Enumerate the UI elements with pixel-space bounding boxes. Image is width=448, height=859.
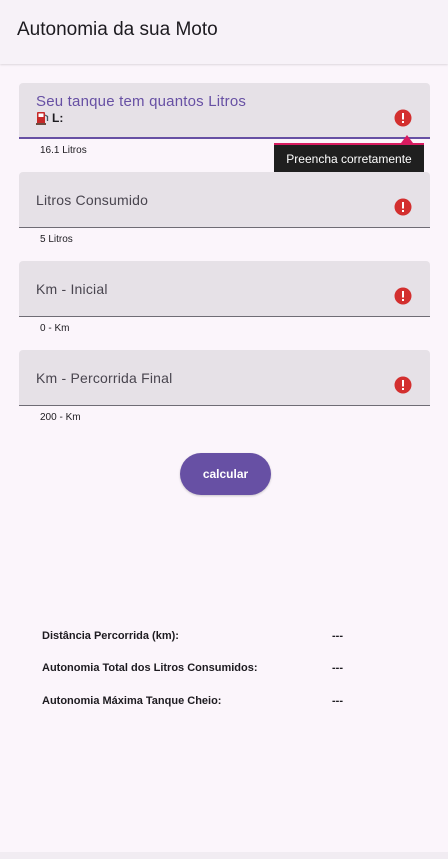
max-autonomy-value: --- bbox=[332, 695, 343, 707]
tooltip-arrow bbox=[401, 135, 413, 143]
tank-liters-prefix-text: L: bbox=[52, 110, 64, 125]
error-icon bbox=[394, 287, 412, 305]
tank-liters-helper: 16.1 Litros bbox=[40, 145, 87, 156]
gas-pump-icon bbox=[36, 112, 49, 125]
km-final-field[interactable]: Km - Percorrida Final bbox=[19, 350, 430, 406]
km-initial-field[interactable]: Km - Inicial bbox=[19, 261, 430, 317]
km-initial-helper: 0 - Km bbox=[40, 323, 70, 334]
calculate-button[interactable]: calcular bbox=[180, 453, 271, 495]
liters-consumed-field[interactable]: Litros Consumido bbox=[19, 172, 430, 228]
km-initial-label: Km - Inicial bbox=[36, 281, 108, 297]
error-tooltip: Preencha corretamente bbox=[274, 143, 424, 173]
total-autonomy-value: --- bbox=[332, 662, 343, 674]
tank-liters-prefix: L: bbox=[36, 110, 63, 125]
error-icon bbox=[394, 109, 412, 127]
app-bar: Autonomia da sua Moto bbox=[0, 0, 448, 64]
distance-label: Distância Percorrida (km): bbox=[42, 630, 179, 642]
liters-consumed-helper: 5 Litros bbox=[40, 234, 73, 245]
total-autonomy-label: Autonomia Total dos Litros Consumidos: bbox=[42, 662, 258, 674]
bottom-bar bbox=[0, 852, 448, 859]
distance-value: --- bbox=[332, 630, 343, 642]
error-icon bbox=[394, 376, 412, 394]
tank-liters-field[interactable]: Seu tanque tem quantos Litros L: bbox=[19, 83, 430, 139]
liters-consumed-label: Litros Consumido bbox=[36, 192, 149, 208]
max-autonomy-label: Autonomia Máxima Tanque Cheio: bbox=[42, 695, 222, 707]
km-final-label: Km - Percorrida Final bbox=[36, 370, 173, 386]
app-title: Autonomia da sua Moto bbox=[17, 19, 218, 40]
tank-liters-label: Seu tanque tem quantos Litros bbox=[36, 93, 247, 110]
km-final-helper: 200 - Km bbox=[40, 412, 81, 423]
error-icon bbox=[394, 198, 412, 216]
